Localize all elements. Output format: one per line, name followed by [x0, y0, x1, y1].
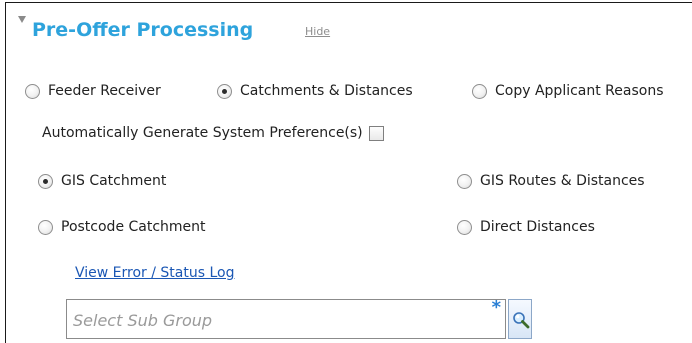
radio-gis-routes-distances[interactable]: GIS Routes & Distances	[457, 173, 645, 189]
radio-button-icon[interactable]	[472, 83, 487, 99]
radio-label: Postcode Catchment	[61, 219, 206, 235]
pre-offer-processing-panel: Pre-Offer Processing Hide Feeder Receive…	[5, 2, 692, 343]
radio-label: Copy Applicant Reasons	[495, 83, 664, 99]
radio-label: GIS Catchment	[61, 173, 167, 189]
collapse-triangle-icon[interactable]	[18, 16, 26, 23]
radio-button-icon[interactable]	[457, 173, 472, 189]
hide-link[interactable]: Hide	[305, 25, 330, 38]
radio-button-icon[interactable]	[25, 83, 40, 99]
auto-generate-preferences-row: Automatically Generate System Preference…	[42, 125, 384, 141]
view-error-status-log-link[interactable]: View Error / Status Log	[75, 265, 234, 281]
radio-button-icon[interactable]	[457, 219, 472, 235]
radio-catchments-distances[interactable]: Catchments & Distances	[217, 83, 413, 99]
radio-label: Feeder Receiver	[48, 83, 161, 99]
required-marker: *	[491, 297, 501, 318]
radio-button-icon[interactable]	[38, 219, 53, 235]
sub-group-field: *	[66, 297, 506, 339]
auto-generate-label: Automatically Generate System Preference…	[42, 125, 363, 141]
radio-label: GIS Routes & Distances	[480, 173, 645, 189]
radio-direct-distances[interactable]: Direct Distances	[457, 219, 595, 235]
radio-postcode-catchment[interactable]: Postcode Catchment	[38, 219, 206, 235]
auto-generate-checkbox[interactable]	[368, 125, 384, 141]
search-icon	[513, 312, 530, 329]
radio-gis-catchment[interactable]: GIS Catchment	[38, 173, 166, 189]
section-title: Pre-Offer Processing	[32, 19, 254, 41]
radio-label: Catchments & Distances	[240, 83, 413, 99]
sub-group-input[interactable]	[73, 309, 473, 331]
radio-label: Direct Distances	[480, 219, 595, 235]
radio-button-selected-icon[interactable]	[38, 173, 53, 189]
radio-copy-applicant-reasons[interactable]: Copy Applicant Reasons	[472, 83, 664, 99]
radio-feeder-receiver[interactable]: Feeder Receiver	[25, 83, 161, 99]
radio-button-selected-icon[interactable]	[217, 83, 232, 99]
sub-group-search-button[interactable]	[508, 299, 532, 339]
